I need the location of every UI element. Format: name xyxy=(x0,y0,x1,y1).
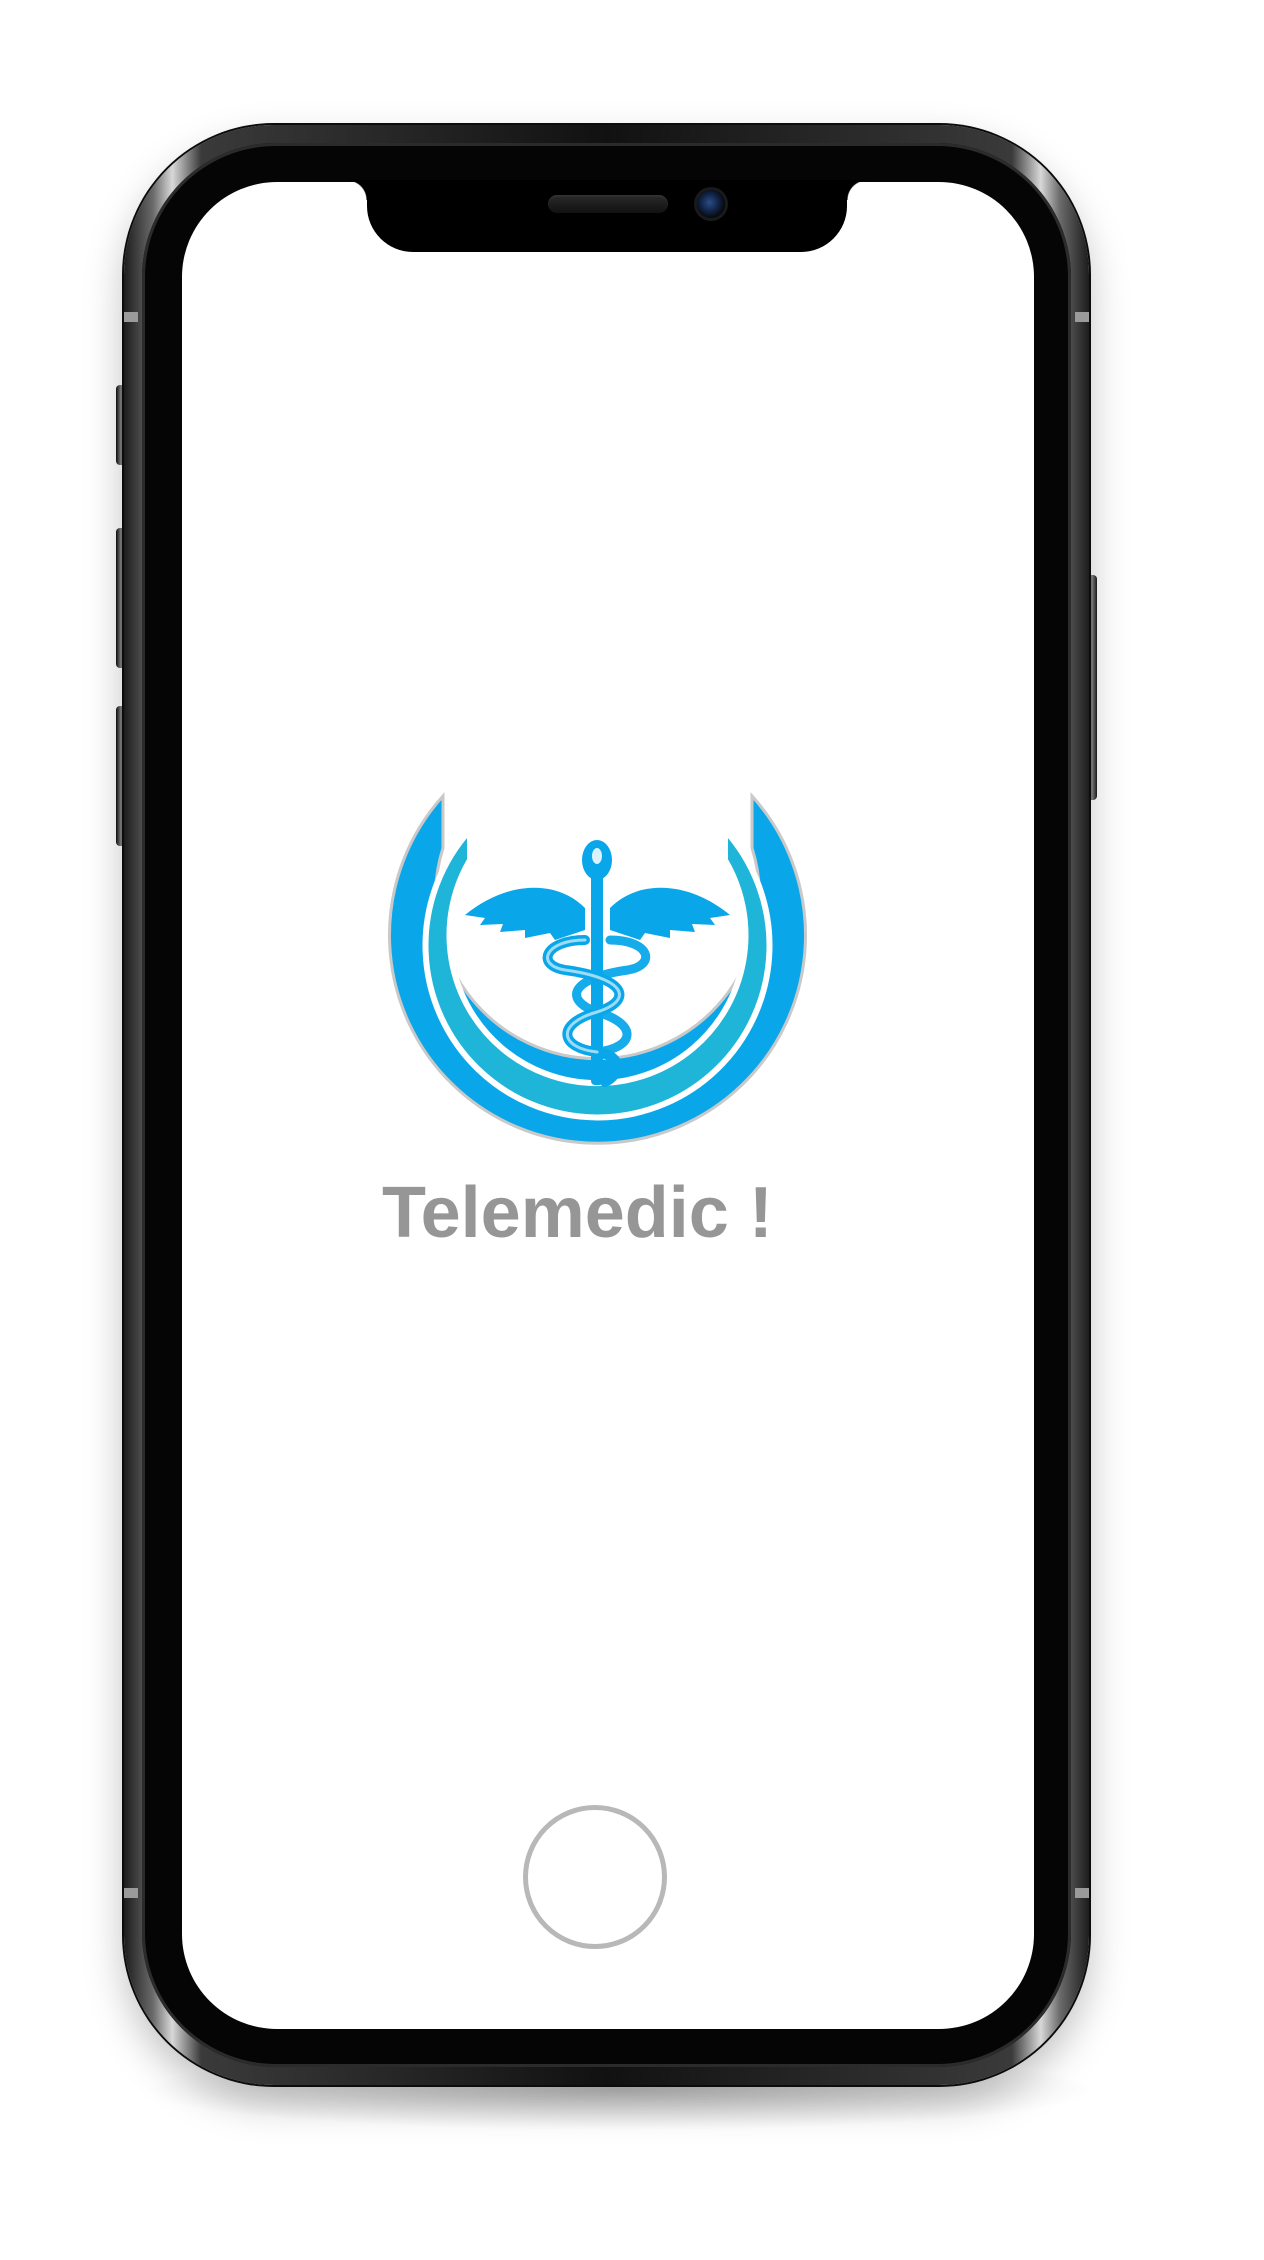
front-camera xyxy=(697,190,725,218)
phone-notch xyxy=(347,180,867,252)
caduceus-icon xyxy=(388,792,807,1145)
earpiece-speaker xyxy=(548,195,668,213)
caduceus-left-wing xyxy=(465,887,585,940)
antenna-band xyxy=(124,1888,138,1898)
app-logo xyxy=(385,790,810,1160)
app-name-title: Telemedic ! xyxy=(382,1173,773,1253)
antenna-band xyxy=(1075,312,1089,322)
home-button[interactable] xyxy=(523,1805,667,1949)
antenna-band xyxy=(1075,1888,1089,1898)
antenna-band xyxy=(124,312,138,322)
caduceus-right-wing xyxy=(610,887,730,940)
caduceus-serpent xyxy=(572,935,651,1057)
